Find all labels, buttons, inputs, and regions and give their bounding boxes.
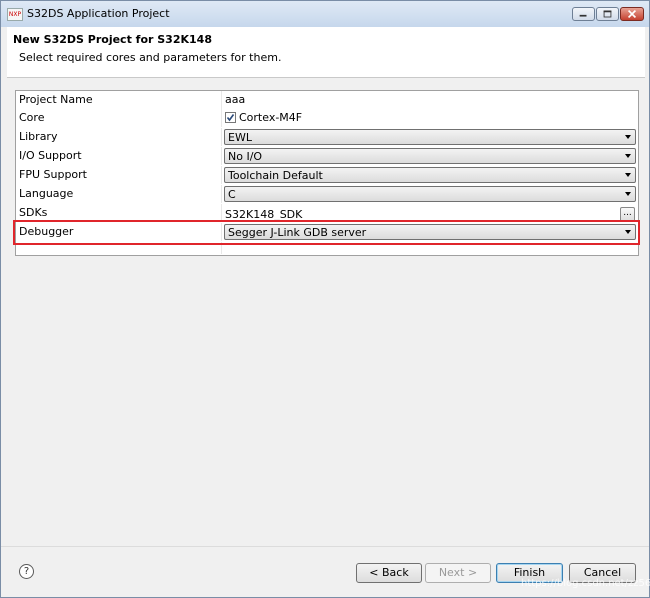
title-bar: NXP S32DS Application Project [1, 1, 649, 27]
watermark-text: https://blog.csdn.net/zz56z56 [521, 578, 650, 589]
project-name-label: Project Name [19, 93, 93, 106]
chevron-down-icon [625, 192, 631, 196]
help-icon[interactable]: ? [19, 564, 34, 579]
fpu-support-dropdown[interactable]: Toolchain Default [224, 167, 636, 183]
project-name-value[interactable]: aaa [225, 93, 245, 106]
checkmark-icon [226, 114, 235, 122]
core-label: Core [19, 111, 45, 124]
back-button[interactable]: < Back [356, 563, 422, 583]
chevron-down-icon [625, 173, 631, 177]
row-project-name: Project Name aaa [16, 91, 638, 109]
row-debugger: Debugger Segger J-Link GDB server [16, 223, 638, 241]
next-button[interactable]: Next > [425, 563, 491, 583]
row-empty [16, 242, 638, 254]
column-divider [221, 242, 222, 254]
row-core: Core Cortex-M4F [16, 109, 638, 127]
row-fpu-support: FPU Support Toolchain Default [16, 166, 638, 184]
debugger-dropdown[interactable]: Segger J-Link GDB server [224, 224, 636, 240]
column-divider [221, 147, 222, 165]
row-language: Language C [16, 185, 638, 203]
column-divider [221, 91, 222, 109]
language-label: Language [19, 187, 74, 200]
footer-divider [1, 546, 649, 547]
column-divider [221, 204, 222, 222]
maximize-icon [603, 10, 612, 18]
close-icon [627, 9, 637, 19]
library-dropdown[interactable]: EWL [224, 129, 636, 145]
window-title: S32DS Application Project [27, 7, 170, 20]
close-button[interactable] [620, 7, 644, 21]
core-checkbox[interactable] [225, 112, 236, 123]
debugger-value: Segger J-Link GDB server [228, 226, 367, 239]
fpu-support-value: Toolchain Default [228, 169, 323, 182]
chevron-down-icon [625, 154, 631, 158]
maximize-button[interactable] [596, 7, 619, 21]
page-title: New S32DS Project for S32K148 [13, 33, 212, 46]
io-support-label: I/O Support [19, 149, 82, 162]
dialog-window: NXP S32DS Application Project New S32DS … [0, 0, 650, 598]
language-dropdown[interactable]: C [224, 186, 636, 202]
minimize-button[interactable] [572, 7, 595, 21]
library-value: EWL [228, 131, 252, 144]
row-sdks: SDKs S32K148_SDK ... [16, 204, 638, 222]
row-io-support: I/O Support No I/O [16, 147, 638, 165]
column-divider [221, 223, 222, 241]
content-area: Project Name aaa Core Cortex-M4F Library… [7, 78, 645, 544]
debugger-label: Debugger [19, 225, 74, 238]
io-support-dropdown[interactable]: No I/O [224, 148, 636, 164]
minimize-icon [579, 14, 587, 17]
row-library: Library EWL [16, 128, 638, 146]
core-value: Cortex-M4F [239, 111, 303, 124]
parameters-table: Project Name aaa Core Cortex-M4F Library… [15, 90, 639, 256]
column-divider [221, 109, 222, 127]
app-icon: NXP [7, 8, 23, 21]
column-divider [221, 185, 222, 203]
page-description: Select required cores and parameters for… [19, 51, 282, 64]
fpu-support-label: FPU Support [19, 168, 87, 181]
column-divider [221, 128, 222, 146]
library-label: Library [19, 130, 58, 143]
chevron-down-icon [625, 230, 631, 234]
column-divider [221, 166, 222, 184]
chevron-down-icon [625, 135, 631, 139]
wizard-header: New S32DS Project for S32K148 Select req… [7, 27, 645, 78]
language-value: C [228, 188, 236, 201]
sdks-value: S32K148_SDK [225, 208, 303, 221]
sdks-label: SDKs [19, 206, 48, 219]
sdk-browse-button[interactable]: ... [620, 207, 635, 222]
io-support-value: No I/O [228, 150, 263, 163]
